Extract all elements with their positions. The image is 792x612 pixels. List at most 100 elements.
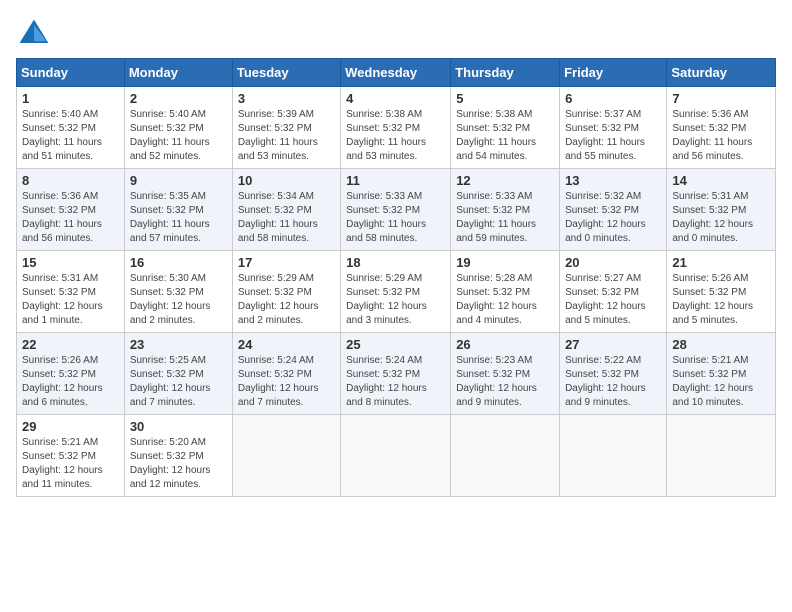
day-number: 14 [672,173,770,188]
day-info: Sunrise: 5:29 AMSunset: 5:32 PMDaylight:… [238,272,335,328]
day-number: 11 [346,173,445,188]
day-number: 22 [22,337,119,352]
day-info: Sunrise: 5:34 AMSunset: 5:32 PMDaylight:… [238,190,335,246]
weekday-header: Saturday [667,59,776,87]
day-info: Sunrise: 5:40 AMSunset: 5:32 PMDaylight:… [22,108,119,164]
calendar-row: 1 Sunrise: 5:40 AMSunset: 5:32 PMDaylight… [17,87,776,169]
calendar-cell: 5 Sunrise: 5:38 AMSunset: 5:32 PMDaylight… [451,87,560,169]
day-info: Sunrise: 5:22 AMSunset: 5:32 PMDaylight:… [565,354,661,410]
day-number: 7 [672,91,770,106]
day-number: 19 [456,255,554,270]
calendar-cell: 13Sunrise: 5:32 AMSunset: 5:32 PMDayligh… [560,169,667,251]
day-info: Sunrise: 5:26 AMSunset: 5:32 PMDaylight:… [672,272,770,328]
calendar-cell: 20Sunrise: 5:27 AMSunset: 5:32 PMDayligh… [560,251,667,333]
weekday-header: Thursday [451,59,560,87]
day-number: 30 [130,419,227,434]
calendar-cell: 25 Sunrise: 5:24 AMSunset: 5:32 PMDayligh… [341,333,451,415]
calendar-cell: 14 Sunrise: 5:31 AMSunset: 5:32 PMDayligh… [667,169,776,251]
day-info: Sunrise: 5:31 AMSunset: 5:32 PMDaylight:… [672,190,770,246]
day-number: 12 [456,173,554,188]
day-number: 18 [346,255,445,270]
day-number: 8 [22,173,119,188]
day-info: Sunrise: 5:21 AMSunset: 5:32 PMDaylight:… [22,436,119,492]
calendar-cell: 12 Sunrise: 5:33 AMSunset: 5:32 PMDayligh… [451,169,560,251]
calendar-row: 22Sunrise: 5:26 AMSunset: 5:32 PMDayligh… [17,333,776,415]
day-number: 26 [456,337,554,352]
day-number: 29 [22,419,119,434]
calendar: SundayMondayTuesdayWednesdayThursdayFrid… [16,58,776,497]
day-info: Sunrise: 5:29 AMSunset: 5:32 PMDaylight:… [346,272,445,328]
logo-icon [16,16,52,52]
weekday-header-row: SundayMondayTuesdayWednesdayThursdayFrid… [17,59,776,87]
calendar-cell: 4Sunrise: 5:38 AMSunset: 5:32 PMDaylight… [341,87,451,169]
calendar-cell: 6 Sunrise: 5:37 AMSunset: 5:32 PMDaylight… [560,87,667,169]
day-info: Sunrise: 5:24 AMSunset: 5:32 PMDaylight:… [346,354,445,410]
day-info: Sunrise: 5:36 AMSunset: 5:32 PMDaylight:… [672,108,770,164]
calendar-row: 29 Sunrise: 5:21 AMSunset: 5:32 PMDayligh… [17,415,776,497]
calendar-cell [667,415,776,497]
day-info: Sunrise: 5:33 AMSunset: 5:32 PMDaylight:… [456,190,554,246]
day-info: Sunrise: 5:36 AMSunset: 5:32 PMDaylight:… [22,190,119,246]
weekday-header: Monday [124,59,232,87]
day-number: 10 [238,173,335,188]
calendar-cell: 16 Sunrise: 5:30 AMSunset: 5:32 PMDayligh… [124,251,232,333]
calendar-cell: 30 Sunrise: 5:20 AMSunset: 5:32 PMDayligh… [124,415,232,497]
day-number: 3 [238,91,335,106]
calendar-cell: 2 Sunrise: 5:40 AMSunset: 5:32 PMDaylight… [124,87,232,169]
day-number: 4 [346,91,445,106]
day-info: Sunrise: 5:23 AMSunset: 5:32 PMDaylight:… [456,354,554,410]
calendar-cell: 17 Sunrise: 5:29 AMSunset: 5:32 PMDayligh… [232,251,340,333]
logo [16,16,56,52]
day-info: Sunrise: 5:28 AMSunset: 5:32 PMDaylight:… [456,272,554,328]
day-info: Sunrise: 5:21 AMSunset: 5:32 PMDaylight:… [672,354,770,410]
calendar-row: 8 Sunrise: 5:36 AMSunset: 5:32 PMDaylight… [17,169,776,251]
day-info: Sunrise: 5:33 AMSunset: 5:32 PMDaylight:… [346,190,445,246]
day-info: Sunrise: 5:31 AMSunset: 5:32 PMDaylight:… [22,272,119,328]
calendar-cell [341,415,451,497]
calendar-cell [232,415,340,497]
calendar-cell: 18 Sunrise: 5:29 AMSunset: 5:32 PMDayligh… [341,251,451,333]
day-number: 25 [346,337,445,352]
calendar-cell: 15 Sunrise: 5:31 AMSunset: 5:32 PMDayligh… [17,251,125,333]
day-number: 2 [130,91,227,106]
calendar-cell: 21 Sunrise: 5:26 AMSunset: 5:32 PMDayligh… [667,251,776,333]
day-number: 17 [238,255,335,270]
day-info: Sunrise: 5:30 AMSunset: 5:32 PMDaylight:… [130,272,227,328]
calendar-cell: 7 Sunrise: 5:36 AMSunset: 5:32 PMDaylight… [667,87,776,169]
day-info: Sunrise: 5:24 AMSunset: 5:32 PMDaylight:… [238,354,335,410]
day-info: Sunrise: 5:37 AMSunset: 5:32 PMDaylight:… [565,108,661,164]
calendar-cell [451,415,560,497]
day-info: Sunrise: 5:39 AMSunset: 5:32 PMDaylight:… [238,108,335,164]
calendar-cell: 19 Sunrise: 5:28 AMSunset: 5:32 PMDayligh… [451,251,560,333]
page-header [16,16,776,52]
calendar-cell: 22Sunrise: 5:26 AMSunset: 5:32 PMDayligh… [17,333,125,415]
weekday-header: Sunday [17,59,125,87]
day-number: 5 [456,91,554,106]
day-number: 6 [565,91,661,106]
weekday-header: Wednesday [341,59,451,87]
calendar-cell [560,415,667,497]
day-number: 1 [22,91,119,106]
day-info: Sunrise: 5:38 AMSunset: 5:32 PMDaylight:… [456,108,554,164]
day-number: 9 [130,173,227,188]
day-number: 23 [130,337,227,352]
day-number: 15 [22,255,119,270]
day-number: 28 [672,337,770,352]
calendar-cell: 11 Sunrise: 5:33 AMSunset: 5:32 PMDayligh… [341,169,451,251]
day-number: 20 [565,255,661,270]
day-info: Sunrise: 5:40 AMSunset: 5:32 PMDaylight:… [130,108,227,164]
calendar-cell: 29 Sunrise: 5:21 AMSunset: 5:32 PMDayligh… [17,415,125,497]
day-info: Sunrise: 5:20 AMSunset: 5:32 PMDaylight:… [130,436,227,492]
calendar-cell: 9 Sunrise: 5:35 AMSunset: 5:32 PMDaylight… [124,169,232,251]
calendar-cell: 24 Sunrise: 5:24 AMSunset: 5:32 PMDayligh… [232,333,340,415]
calendar-cell: 23 Sunrise: 5:25 AMSunset: 5:32 PMDayligh… [124,333,232,415]
day-info: Sunrise: 5:35 AMSunset: 5:32 PMDaylight:… [130,190,227,246]
calendar-cell: 26 Sunrise: 5:23 AMSunset: 5:32 PMDayligh… [451,333,560,415]
calendar-cell: 10 Sunrise: 5:34 AMSunset: 5:32 PMDayligh… [232,169,340,251]
calendar-cell: 1 Sunrise: 5:40 AMSunset: 5:32 PMDaylight… [17,87,125,169]
day-number: 24 [238,337,335,352]
day-number: 16 [130,255,227,270]
day-info: Sunrise: 5:32 AMSunset: 5:32 PMDaylight:… [565,190,661,246]
day-number: 21 [672,255,770,270]
day-info: Sunrise: 5:25 AMSunset: 5:32 PMDaylight:… [130,354,227,410]
